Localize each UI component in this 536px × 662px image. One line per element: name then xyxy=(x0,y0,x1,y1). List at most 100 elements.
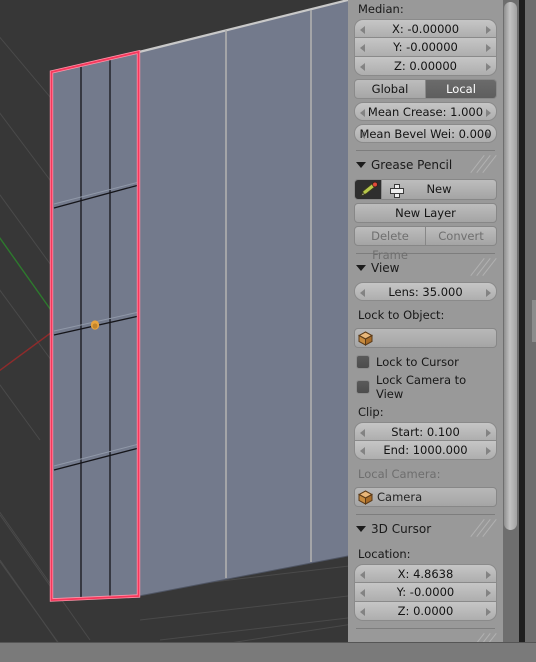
median-z-value: Z: 0.00000 xyxy=(394,59,457,73)
grease-pencil-actions: Delete Frame Convert xyxy=(354,226,497,262)
view-header[interactable]: View xyxy=(354,258,497,278)
decrement-arrow-icon[interactable] xyxy=(360,44,365,52)
local-camera-field[interactable]: Camera xyxy=(354,487,497,507)
cursor-y-value: Y: -0.0000 xyxy=(396,585,455,599)
new-layer-button[interactable]: New Layer xyxy=(354,203,497,223)
new-button-label: New xyxy=(426,182,452,196)
delete-frame-button[interactable]: Delete Frame xyxy=(354,226,426,262)
cursor3d-header[interactable]: 3D Cursor xyxy=(354,519,497,539)
cube-icon xyxy=(357,489,374,505)
median-x-field[interactable]: X: -0.00000 xyxy=(354,19,497,38)
cursor-x-value: X: 4.8638 xyxy=(397,567,454,581)
resize-grip-icon xyxy=(470,155,497,173)
grease-pencil-new-row[interactable]: New xyxy=(354,179,497,200)
3d-cursor-marker xyxy=(90,320,100,330)
clip-start-value: Start: 0.100 xyxy=(391,425,460,439)
increment-arrow-icon[interactable] xyxy=(486,589,491,597)
local-camera-value: Camera xyxy=(377,490,423,504)
clip-end-value: End: 1000.000 xyxy=(383,443,468,457)
mean-crease-field[interactable]: Mean Crease: 1.000 xyxy=(354,102,497,121)
cube-icon xyxy=(357,330,374,346)
median-label: Median: xyxy=(358,2,404,16)
decrement-arrow-icon[interactable] xyxy=(360,26,365,34)
decrement-arrow-icon[interactable] xyxy=(360,589,365,597)
mesh-walls xyxy=(138,0,348,597)
decrement-arrow-icon[interactable] xyxy=(360,447,365,455)
median-z-field[interactable]: Z: 0.00000 xyxy=(354,57,497,76)
grease-pencil-header[interactable]: Grease Pencil xyxy=(354,155,497,175)
transform-space-toggle[interactable]: Global Local xyxy=(354,79,497,99)
decrement-arrow-icon[interactable] xyxy=(360,109,365,117)
resize-grip-icon xyxy=(470,519,497,537)
bottom-status-bar[interactable] xyxy=(0,642,536,662)
viewport-scene xyxy=(0,0,348,642)
decrement-arrow-icon[interactable] xyxy=(360,63,365,71)
lens-field[interactable]: Lens: 35.000 xyxy=(354,282,497,301)
chevron-down-icon[interactable] xyxy=(356,162,366,168)
resize-grip-icon xyxy=(470,258,497,276)
resize-grip-icon xyxy=(470,633,497,642)
increment-arrow-icon[interactable] xyxy=(486,26,491,34)
decrement-arrow-icon[interactable] xyxy=(360,289,365,297)
decrement-arrow-icon[interactable] xyxy=(360,131,365,139)
cursor3d-title: 3D Cursor xyxy=(371,522,432,536)
transform-section: Median: X: -0.00000 Y: -0.00000 Z: 0.000… xyxy=(348,0,503,151)
cursor-z-value: Z: 0.0000 xyxy=(397,604,454,618)
chevron-down-icon[interactable] xyxy=(356,526,366,532)
lock-camera-to-view-row[interactable]: Lock Camera to View xyxy=(354,373,497,401)
lens-value: Lens: 35.000 xyxy=(388,285,463,299)
increment-arrow-icon[interactable] xyxy=(486,608,491,616)
clip-label: Clip: xyxy=(358,405,384,419)
increment-arrow-icon[interactable] xyxy=(486,44,491,52)
increment-arrow-icon[interactable] xyxy=(486,447,491,455)
section-divider xyxy=(356,150,495,151)
lock-to-cursor-row[interactable]: Lock to Cursor xyxy=(354,351,497,373)
median-x-value: X: -0.00000 xyxy=(391,22,460,36)
cursor-z-field[interactable]: Z: 0.0000 xyxy=(354,602,497,621)
cursor-y-field[interactable]: Y: -0.0000 xyxy=(354,583,497,602)
global-toggle-button[interactable]: Global xyxy=(354,79,426,99)
clip-start-field[interactable]: Start: 0.100 xyxy=(354,422,497,441)
increment-arrow-icon[interactable] xyxy=(486,63,491,71)
chevron-down-icon[interactable] xyxy=(356,265,366,271)
lock-to-object-field[interactable] xyxy=(354,328,497,348)
decrement-arrow-icon[interactable] xyxy=(360,608,365,616)
3d-viewport[interactable] xyxy=(0,0,348,642)
cursor3d-section: 3D Cursor Location: X: 4.8638 Y: -0.0000… xyxy=(348,519,503,642)
view-section: View Lens: 35.000 Lock to Object: Lock t… xyxy=(348,258,503,515)
increment-arrow-icon[interactable] xyxy=(486,571,491,579)
grease-pencil-title: Grease Pencil xyxy=(371,158,453,172)
pencil-icon[interactable] xyxy=(354,179,382,200)
decrement-arrow-icon[interactable] xyxy=(360,429,365,437)
cursor-x-field[interactable]: X: 4.8638 xyxy=(354,564,497,583)
properties-scrollbar-thumb[interactable] xyxy=(504,2,517,530)
local-camera-label: Local Camera: xyxy=(358,467,441,481)
section-divider xyxy=(356,514,495,515)
convert-button[interactable]: Convert xyxy=(426,226,497,246)
increment-arrow-icon[interactable] xyxy=(486,429,491,437)
increment-arrow-icon[interactable] xyxy=(486,289,491,297)
mean-bevel-weight-field[interactable]: Mean Bevel Wei: 0.000 xyxy=(354,124,497,143)
clip-end-field[interactable]: End: 1000.000 xyxy=(354,441,497,460)
increment-arrow-icon[interactable] xyxy=(486,131,491,139)
increment-arrow-icon[interactable] xyxy=(486,109,491,117)
checkbox-icon[interactable] xyxy=(356,380,370,394)
local-toggle-button[interactable]: Local xyxy=(426,79,497,99)
blender-window: Median: X: -0.00000 Y: -0.00000 Z: 0.000… xyxy=(0,0,536,662)
median-y-field[interactable]: Y: -0.00000 xyxy=(354,38,497,57)
lock-camera-to-view-label: Lock Camera to View xyxy=(375,373,467,401)
lock-to-cursor-label: Lock to Cursor xyxy=(376,355,459,369)
plus-icon xyxy=(390,184,404,198)
median-y-value: Y: -0.00000 xyxy=(393,40,458,54)
lock-to-object-label: Lock to Object: xyxy=(358,308,445,322)
grease-pencil-section: Grease Pencil New New Layer Delete Frame… xyxy=(348,155,503,262)
checkbox-icon[interactable] xyxy=(356,355,370,369)
new-grease-pencil-button[interactable]: New xyxy=(382,179,497,200)
decrement-arrow-icon[interactable] xyxy=(360,571,365,579)
outer-region-strip[interactable] xyxy=(525,0,536,642)
mean-bevel-weight-value: Mean Bevel Wei: 0.000 xyxy=(359,127,492,141)
cursor-location-label: Location: xyxy=(358,547,411,561)
properties-sidebar[interactable]: Median: X: -0.00000 Y: -0.00000 Z: 0.000… xyxy=(348,0,503,642)
next-section-header[interactable] xyxy=(354,633,497,642)
section-divider xyxy=(356,628,495,629)
